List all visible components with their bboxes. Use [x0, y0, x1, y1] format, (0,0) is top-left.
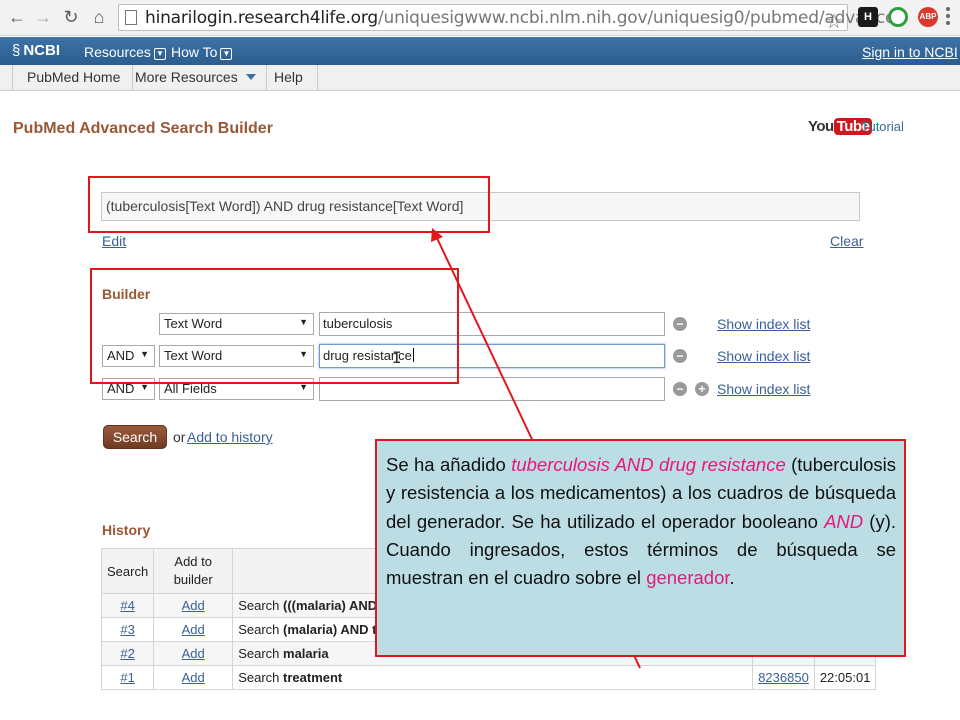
callout-highlight-generator: generador: [646, 567, 730, 589]
chevron-down-icon: ▼: [153, 48, 166, 60]
add-link[interactable]: Add: [182, 598, 205, 613]
tutorial-link[interactable]: Tutorial: [861, 119, 904, 134]
add-cell[interactable]: Add: [153, 665, 234, 690]
show-index-link[interactable]: Show index list: [717, 381, 810, 397]
callout-highlight-operator: AND: [824, 510, 864, 532]
add-cell[interactable]: Add: [153, 641, 234, 666]
time-cell: 22:05:01: [813, 665, 877, 690]
back-arrow-icon[interactable]: ←: [6, 6, 28, 28]
search-number[interactable]: #2: [100, 641, 155, 666]
search-number-link[interactable]: #2: [120, 646, 134, 661]
query-highlight-box: [88, 176, 490, 233]
query-prefix: Search: [238, 670, 284, 685]
query-prefix: Search: [238, 598, 284, 613]
more-resources-label: More Resources: [135, 69, 238, 85]
add-cell[interactable]: Add: [153, 617, 234, 642]
ncbi-logo-text: NCBI: [23, 42, 61, 59]
builder-highlight-box: [90, 268, 459, 384]
help-tab[interactable]: Help: [264, 65, 318, 91]
search-number[interactable]: #4: [100, 593, 155, 618]
reload-icon[interactable]: ↻: [60, 6, 82, 28]
clear-link[interactable]: Clear: [830, 233, 863, 249]
page-icon: [125, 10, 137, 25]
adblock-icon[interactable]: ABP: [918, 7, 938, 27]
resources-label: Resources: [84, 44, 151, 60]
pubmed-nav: PubMed Home More Resources Help: [0, 65, 960, 91]
callout-text: Se ha añadido: [386, 454, 512, 475]
howto-label: How To: [171, 44, 218, 60]
add-link[interactable]: Add: [182, 646, 205, 661]
query-text: malaria: [283, 646, 329, 661]
count-cell[interactable]: 8236850: [752, 665, 815, 690]
callout-highlight-terms: tuberculosis AND drug resistance: [511, 454, 786, 475]
forward-arrow-icon[interactable]: →: [32, 6, 54, 28]
home-icon[interactable]: ⌂: [88, 6, 110, 28]
or-text: or: [173, 429, 186, 445]
ncbi-helix-icon: §: [12, 42, 21, 59]
search-number-link[interactable]: #4: [120, 598, 134, 613]
add-link[interactable]: Add: [182, 622, 205, 637]
query-cell: Search treatment: [232, 665, 754, 690]
search-button[interactable]: Search: [103, 425, 167, 449]
add-cell[interactable]: Add: [153, 593, 234, 618]
add-column-header: Add to builder: [153, 548, 234, 594]
edit-link[interactable]: Edit: [102, 233, 126, 249]
address-bar[interactable]: hinarilogin.research4life.org/uniquesigw…: [118, 4, 906, 34]
circle-extension-icon[interactable]: [888, 7, 908, 27]
bookmark-star-icon[interactable]: ☆: [825, 10, 843, 34]
ncbi-header: § NCBI Resources ▼ How To ▼ Sign in to NCBI: [0, 37, 960, 65]
count-link[interactable]: 8236850: [758, 670, 809, 685]
search-number-link[interactable]: #1: [120, 670, 134, 685]
screenshot-root: ← → ↻ ⌂ hinarilogin.research4life.org/un…: [0, 0, 960, 720]
minus-icon[interactable]: −: [673, 349, 687, 363]
show-index-link[interactable]: Show index list: [717, 316, 810, 332]
query-text: (((malaria) AND t: [283, 598, 386, 613]
ncbi-logo[interactable]: § NCBI: [12, 42, 60, 59]
page-title: PubMed Advanced Search Builder: [13, 120, 273, 137]
search-number[interactable]: #1: [100, 665, 155, 690]
url-domain: hinarilogin.research4life.org: [145, 8, 378, 28]
callout-box: Se ha añadido tuberculosis AND drug resi…: [375, 439, 906, 657]
add-link[interactable]: Add: [182, 670, 205, 685]
more-resources-tab[interactable]: More Resources: [125, 65, 267, 91]
pubmed-home-tab[interactable]: PubMed Home: [12, 65, 134, 91]
youtube-you: You: [808, 118, 834, 135]
resources-menu[interactable]: Resources ▼: [84, 44, 166, 60]
query-text: (malaria) AND tr: [283, 622, 382, 637]
minus-icon[interactable]: −: [673, 317, 687, 331]
table-row: #1 Add Search treatment 8236850 22:05:01: [100, 665, 877, 690]
search-column-header: Search: [100, 548, 155, 594]
add-to-history-link[interactable]: Add to history: [187, 429, 273, 445]
dropdown-triangle-icon: [245, 74, 256, 80]
browser-toolbar: ← → ↻ ⌂ hinarilogin.research4life.org/un…: [0, 0, 960, 36]
search-number[interactable]: #3: [100, 617, 155, 642]
query-prefix: Search: [238, 646, 284, 661]
query-prefix: Search: [238, 622, 284, 637]
search-number-link[interactable]: #3: [120, 622, 134, 637]
address-text[interactable]: hinarilogin.research4life.org/uniquesigw…: [145, 8, 906, 28]
howto-menu[interactable]: How To ▼: [171, 44, 233, 60]
query-text: treatment: [283, 670, 343, 685]
callout-text: .: [729, 567, 735, 589]
signin-link[interactable]: Sign in to NCBI: [862, 44, 958, 60]
minus-icon[interactable]: −: [673, 382, 687, 396]
chevron-down-icon: ▼: [220, 48, 233, 60]
browser-menu-icon[interactable]: [945, 7, 951, 27]
show-index-link[interactable]: Show index list: [717, 348, 810, 364]
h-extension-icon[interactable]: H: [858, 7, 878, 27]
plus-icon[interactable]: +: [695, 382, 709, 396]
history-label: History: [102, 522, 151, 538]
